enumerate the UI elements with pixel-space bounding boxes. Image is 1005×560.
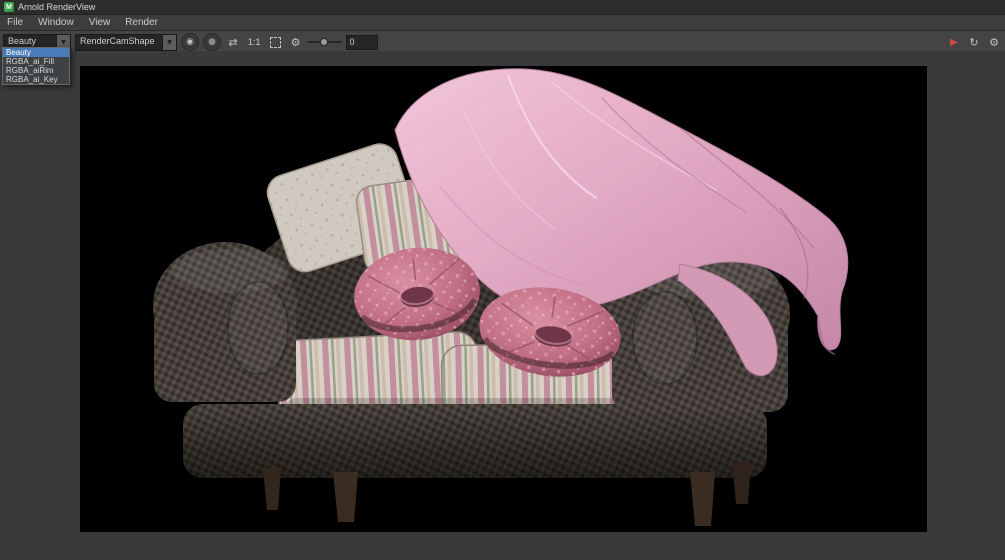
gear-icon: ⚙ [989, 35, 999, 49]
menu-file[interactable]: File [7, 17, 23, 28]
menu-window[interactable]: Window [38, 17, 74, 28]
menu-render[interactable]: Render [125, 17, 158, 28]
refresh-render-button[interactable]: ↻ [966, 34, 982, 50]
camera-select[interactable]: RenderCamShape ▼ [75, 33, 177, 51]
render-settings-button[interactable]: ⚙ [986, 34, 1002, 50]
rendered-image [80, 66, 927, 532]
maya-app-icon: M [4, 2, 14, 12]
start-render-button[interactable]: ▶ [946, 34, 962, 50]
render-viewport[interactable] [0, 51, 1005, 560]
zoom-ratio-label[interactable]: 1:1 [248, 37, 261, 47]
aov-option-rgba-airim[interactable]: RGBA_aiRim [3, 66, 69, 75]
exposure-value-field[interactable] [345, 34, 378, 50]
aov-option-rgba-ai-fill[interactable]: RGBA_ai_Fill [3, 57, 69, 66]
aov-dropdown-list: Beauty RGBA_ai_Fill RGBA_aiRim RGBA_ai_K… [2, 47, 70, 85]
camera-select-value: RenderCamShape [80, 35, 155, 46]
aov-option-rgba-ai-key[interactable]: RGBA_ai_Key [3, 75, 69, 84]
target-icon: ◉ [186, 37, 194, 47]
exposure-slider[interactable] [307, 34, 342, 50]
marquee-region-icon [270, 36, 282, 48]
refresh-icon: ↻ [969, 35, 979, 49]
aov-option-beauty[interactable]: Beauty [3, 48, 69, 57]
debug-shading-button[interactable]: ⚙ [288, 34, 304, 50]
swap-icon: ⇄ [228, 35, 238, 49]
title-bar: M Arnold RenderView [0, 0, 1005, 15]
menu-bar: File Window View Render [0, 15, 1005, 31]
render-toggle-button[interactable]: ◉ [181, 33, 199, 51]
chevron-down-icon: ▼ [162, 34, 176, 50]
ab-compare-button[interactable]: ⇄ [225, 34, 241, 50]
gear-icon: ⚙ [290, 35, 301, 49]
play-icon: ▶ [950, 36, 958, 48]
menu-view[interactable]: View [89, 17, 111, 28]
sofa-render [80, 66, 927, 532]
dot-icon: ● [208, 37, 216, 47]
window-title: Arnold RenderView [18, 2, 96, 12]
crop-region-button[interactable] [268, 34, 284, 50]
snapshot-button[interactable]: ● [203, 33, 221, 51]
exposure-slider-handle[interactable] [319, 38, 328, 46]
arnold-renderview-window: M Arnold RenderView File Window View Ren… [0, 0, 1005, 560]
